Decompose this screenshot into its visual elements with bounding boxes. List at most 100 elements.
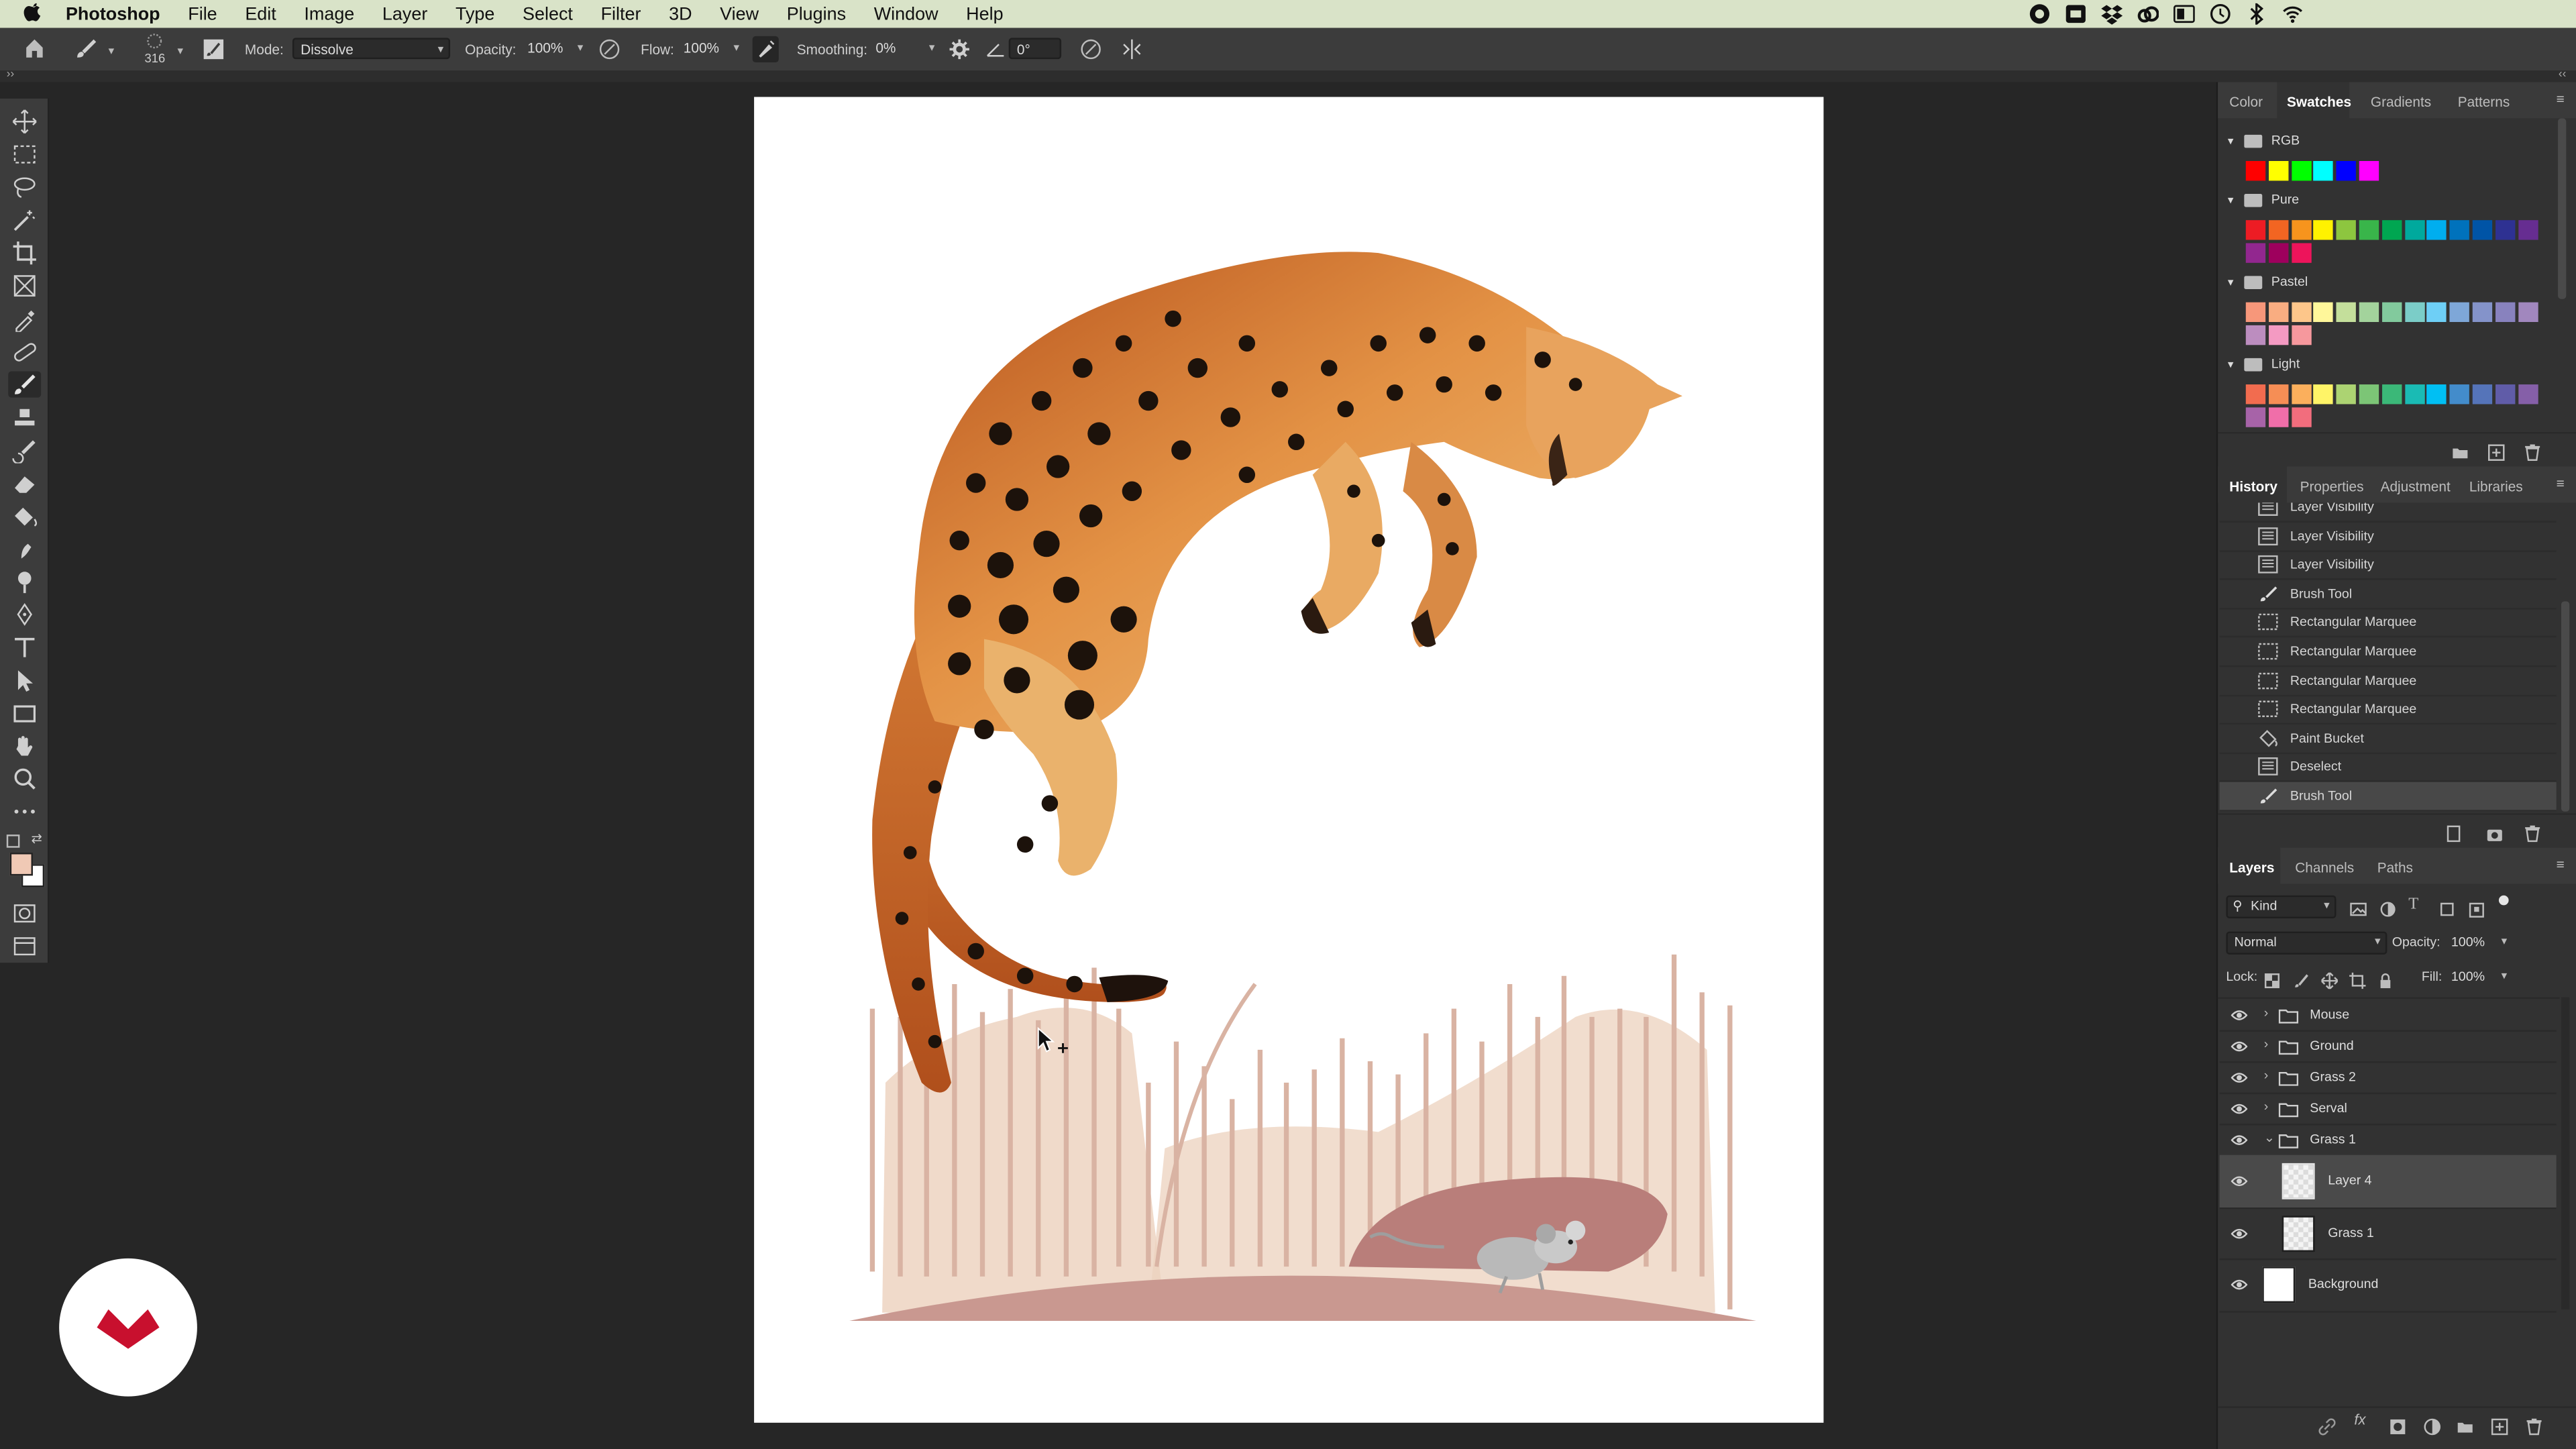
wifi-icon[interactable] bbox=[2282, 3, 2304, 23]
color-swatch[interactable] bbox=[2359, 384, 2379, 405]
color-swatch[interactable] bbox=[2291, 302, 2311, 323]
history-state[interactable]: Rectangular Marquee bbox=[2219, 666, 2557, 696]
layer-thumbnail[interactable] bbox=[2262, 1267, 2296, 1303]
blend-mode-select[interactable]: Normal ▾ bbox=[2226, 931, 2387, 955]
layer-group-row[interactable]: ⌄ Grass 1 bbox=[2219, 1124, 2557, 1157]
color-swatch[interactable] bbox=[2427, 384, 2447, 405]
layer-group-row[interactable]: › Grass 2 bbox=[2219, 1061, 2557, 1095]
eye-icon[interactable] bbox=[2231, 1134, 2248, 1147]
lock-image-pixels-icon[interactable] bbox=[2294, 967, 2310, 987]
control-center-icon[interactable] bbox=[2174, 3, 2195, 23]
time-machine-icon[interactable] bbox=[2210, 3, 2231, 24]
color-swatch[interactable] bbox=[2449, 302, 2470, 323]
color-swatch[interactable] bbox=[2268, 384, 2288, 405]
history-state[interactable]: Rectangular Marquee bbox=[2219, 695, 2557, 725]
menu-window[interactable]: Window bbox=[874, 4, 938, 23]
tab-history[interactable]: History bbox=[2229, 478, 2277, 494]
filter-smart-object-icon[interactable] bbox=[2467, 897, 2485, 918]
panel-menu-icon[interactable]: ≡ bbox=[2557, 91, 2565, 107]
history-state[interactable]: Rectangular Marquee bbox=[2219, 608, 2557, 639]
color-swatch[interactable] bbox=[2268, 325, 2288, 345]
layer-group-row[interactable]: › Serval bbox=[2219, 1093, 2557, 1126]
angle-field[interactable]: 0° bbox=[1008, 38, 1062, 60]
hand-tool-icon[interactable] bbox=[8, 733, 41, 759]
new-group-folder-icon[interactable] bbox=[2456, 1415, 2474, 1433]
stamp-tool-icon[interactable] bbox=[8, 404, 41, 430]
color-swatch[interactable] bbox=[2427, 220, 2447, 240]
eraser-tool-icon[interactable] bbox=[8, 470, 41, 496]
dropbox-icon[interactable] bbox=[2101, 3, 2123, 25]
color-swatch[interactable] bbox=[2336, 220, 2357, 240]
pen-tool-icon[interactable] bbox=[8, 601, 41, 627]
menu-image[interactable]: Image bbox=[304, 4, 354, 23]
panel-menu-icon[interactable]: ≡ bbox=[2557, 856, 2565, 872]
layer-group-row[interactable]: › Mouse bbox=[2219, 999, 2557, 1032]
history-state[interactable]: Layer Visibility bbox=[2219, 551, 2557, 580]
menu-edit[interactable]: Edit bbox=[245, 4, 276, 23]
layer-opacity-field[interactable]: 100% ▾ bbox=[2448, 932, 2510, 951]
history-state[interactable]: Brush Tool bbox=[2219, 782, 2557, 812]
type-tool-icon[interactable] bbox=[8, 634, 41, 660]
eye-icon[interactable] bbox=[2231, 1009, 2248, 1022]
menu-3d[interactable]: 3D bbox=[669, 4, 692, 23]
color-swatch[interactable] bbox=[2381, 302, 2402, 323]
swatch-group-header[interactable]: ▾ Pastel bbox=[2228, 274, 2308, 289]
link-layers-icon[interactable] bbox=[2318, 1415, 2337, 1436]
history-state[interactable]: Deselect bbox=[2219, 753, 2557, 783]
new-document-from-state-icon[interactable] bbox=[2445, 822, 2463, 843]
color-swatch[interactable] bbox=[2291, 161, 2311, 181]
layer-thumbnail[interactable] bbox=[2282, 1215, 2315, 1251]
chevron-right-icon[interactable]: › bbox=[2264, 1036, 2269, 1051]
chevron-right-icon[interactable]: › bbox=[2264, 1099, 2269, 1114]
apple-icon[interactable] bbox=[23, 1, 42, 26]
chevron-right-icon[interactable]: › bbox=[2264, 1006, 2269, 1020]
eye-icon[interactable] bbox=[2231, 1278, 2248, 1291]
filter-type-icon[interactable]: T bbox=[2408, 896, 2418, 914]
color-swatch[interactable] bbox=[2268, 220, 2288, 240]
collapse-toolbar-icon[interactable]: ›› bbox=[7, 69, 14, 80]
new-swatch-icon[interactable] bbox=[2487, 440, 2506, 461]
layer-mask-icon[interactable] bbox=[2389, 1415, 2407, 1434]
tab-properties[interactable]: Properties bbox=[2300, 478, 2364, 494]
color-swatch[interactable] bbox=[2359, 220, 2379, 240]
magic-wand-tool-icon[interactable] bbox=[8, 207, 41, 233]
eye-icon[interactable] bbox=[2231, 1040, 2248, 1053]
chevron-down-icon[interactable]: ▾ bbox=[109, 44, 115, 58]
layer-thumbnail[interactable] bbox=[2282, 1163, 2315, 1199]
swatch-group-header[interactable]: ▾ Pure bbox=[2228, 193, 2299, 207]
crop-tool-icon[interactable] bbox=[8, 240, 41, 266]
record-icon[interactable] bbox=[2029, 3, 2051, 24]
pressure-opacity-icon[interactable] bbox=[598, 38, 621, 60]
quick-mask-icon[interactable] bbox=[8, 900, 41, 926]
path-selection-tool-icon[interactable] bbox=[8, 667, 41, 693]
history-brush-tool-icon[interactable] bbox=[8, 437, 41, 464]
color-swatch[interactable] bbox=[2449, 220, 2470, 240]
brush-tip-preview-icon[interactable] bbox=[142, 33, 168, 49]
tab-color[interactable]: Color bbox=[2229, 94, 2263, 110]
color-swatch[interactable] bbox=[2314, 384, 2334, 405]
color-swatch[interactable] bbox=[2245, 407, 2266, 427]
gear-icon[interactable] bbox=[948, 38, 971, 60]
dodge-tool-icon[interactable] bbox=[8, 568, 41, 594]
more-tools-icon[interactable] bbox=[8, 798, 41, 824]
fill-field[interactable]: 100% ▾ bbox=[2448, 966, 2510, 985]
color-swatch[interactable] bbox=[2449, 384, 2470, 405]
fx-icon[interactable]: fx bbox=[2354, 1411, 2372, 1430]
menu-help[interactable]: Help bbox=[966, 4, 1003, 23]
smoothing-field[interactable]: 0% ▾ bbox=[869, 38, 934, 59]
healing-tool-icon[interactable] bbox=[8, 338, 41, 364]
swatch-group-header[interactable]: ▾ Light bbox=[2228, 356, 2300, 371]
color-swatch[interactable] bbox=[2518, 220, 2538, 240]
opacity-field[interactable]: 100% ▾ bbox=[521, 38, 583, 59]
new-group-folder-icon[interactable] bbox=[2451, 440, 2469, 459]
move-tool-icon[interactable] bbox=[8, 109, 41, 135]
paint-bucket-tool-icon[interactable] bbox=[8, 502, 41, 529]
screen-icon[interactable] bbox=[2065, 3, 2086, 23]
color-swatch[interactable] bbox=[2404, 302, 2424, 323]
color-swatch[interactable] bbox=[2314, 220, 2334, 240]
color-swatch[interactable] bbox=[2245, 243, 2266, 263]
menu-type[interactable]: Type bbox=[455, 4, 494, 23]
trash-icon[interactable] bbox=[2524, 822, 2542, 843]
pressure-size-icon[interactable] bbox=[1079, 38, 1102, 60]
screen-mode-icon[interactable] bbox=[8, 933, 41, 959]
